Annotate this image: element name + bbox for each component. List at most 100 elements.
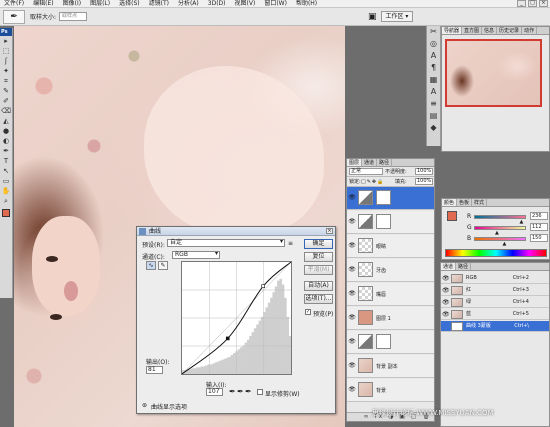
- foreground-swatch[interactable]: [447, 211, 457, 221]
- eye-icon[interactable]: 👁: [442, 285, 450, 296]
- slider-thumb-icon[interactable]: ▲: [503, 241, 507, 247]
- eye-icon[interactable]: 👁: [442, 273, 450, 284]
- blend-mode-select[interactable]: 正常: [349, 168, 383, 175]
- layers-tab[interactable]: 图层: [347, 159, 363, 166]
- color-value-input[interactable]: 150: [530, 234, 548, 242]
- channel-row[interactable]: 👁 绿 Ctrl+4: [441, 297, 549, 308]
- opacity-input[interactable]: 100%: [415, 168, 433, 175]
- tool-button[interactable]: T: [0, 156, 12, 166]
- channels-tab[interactable]: 通道: [441, 263, 457, 270]
- layer-row[interactable]: 👁: [347, 187, 434, 210]
- tool-button[interactable]: ✒: [0, 146, 12, 156]
- slider-thumb-icon[interactable]: ▲: [520, 219, 524, 225]
- color-value-input[interactable]: 236: [530, 212, 548, 220]
- menu-item[interactable]: 图像(I): [63, 0, 81, 8]
- menu-item[interactable]: 帮助(H): [296, 0, 317, 8]
- minimize-icon[interactable]: _: [517, 0, 526, 7]
- tool-button[interactable]: ↖: [0, 166, 12, 176]
- channel-row[interactable]: 👁 RGB Ctrl+2: [441, 273, 549, 284]
- tool-button[interactable]: ◐: [0, 136, 12, 146]
- tool-button[interactable]: ▸: [0, 36, 12, 46]
- eye-icon[interactable]: 👁: [442, 297, 450, 308]
- dock-panel-icon[interactable]: ✂: [427, 26, 440, 38]
- menu-item[interactable]: 图层(L): [90, 0, 110, 8]
- eye-icon[interactable]: 👁: [348, 218, 356, 226]
- eye-icon[interactable]: 👁: [348, 314, 356, 322]
- menu-item[interactable]: 视图(V): [235, 0, 256, 8]
- tool-button[interactable]: ✦: [0, 66, 12, 76]
- layer-row[interactable]: 👁 眼睛: [347, 235, 434, 258]
- dock-panel-icon[interactable]: ¶: [427, 62, 440, 74]
- tool-button[interactable]: ⌕: [0, 196, 12, 206]
- eyedropper-gray-icon[interactable]: ✒: [237, 387, 244, 396]
- curve-graph[interactable]: [181, 261, 292, 375]
- expand-toggle-icon[interactable]: ⊛: [142, 402, 147, 409]
- eye-icon[interactable]: 👁: [442, 309, 450, 320]
- ok-button[interactable]: 确定: [304, 239, 333, 249]
- eye-icon[interactable]: 👁: [348, 266, 356, 274]
- close-icon[interactable]: ×: [326, 228, 333, 234]
- tool-button[interactable]: ✎: [0, 86, 12, 96]
- tool-button[interactable]: ✐: [0, 96, 12, 106]
- color-slider[interactable]: ▲: [474, 226, 526, 236]
- tool-button[interactable]: ⌗: [0, 76, 12, 86]
- dock-panel-icon[interactable]: ▦: [427, 74, 440, 86]
- close-icon[interactable]: ×: [539, 0, 548, 7]
- channels-tab[interactable]: 路径: [456, 263, 472, 270]
- curve-graph-svg[interactable]: [181, 261, 292, 375]
- smooth-button[interactable]: 平滑(M): [304, 265, 333, 275]
- tool-button[interactable]: ✋: [0, 186, 12, 196]
- layer-row[interactable]: 👁 嘴唇: [347, 283, 434, 306]
- preset-select[interactable]: 自定: [167, 239, 285, 247]
- color-tab[interactable]: 色板: [457, 199, 473, 206]
- color-tab[interactable]: 样式: [472, 199, 488, 206]
- input-input[interactable]: 107: [206, 388, 223, 396]
- tool-button[interactable]: ◭: [0, 116, 12, 126]
- tool-button[interactable]: ●: [0, 126, 12, 136]
- maximize-icon[interactable]: □: [528, 0, 537, 7]
- color-ramp[interactable]: [445, 249, 547, 257]
- color-tab[interactable]: 颜色: [442, 199, 458, 206]
- menu-item[interactable]: 滤镜(T): [149, 0, 169, 8]
- tool-button[interactable]: ʃ: [0, 56, 12, 66]
- tool-button[interactable]: ▭: [0, 176, 12, 186]
- layer-row[interactable]: 👁 图层 1: [347, 307, 434, 330]
- workspace-button[interactable]: 工作区 ▾: [380, 11, 414, 22]
- dock-panel-icon[interactable]: A: [427, 86, 440, 98]
- eye-icon[interactable]: 👁: [348, 338, 356, 346]
- tool-button[interactable]: ⬚: [0, 46, 12, 56]
- eye-icon[interactable]: 👁: [348, 362, 356, 370]
- menu-item[interactable]: 窗口(W): [264, 0, 287, 8]
- navigator-thumbnail[interactable]: [445, 39, 542, 107]
- menu-item[interactable]: 选择(S): [119, 0, 140, 8]
- lock-icons[interactable]: □✎✥🔒: [361, 177, 384, 187]
- navigator-tab[interactable]: 动作: [522, 27, 538, 34]
- slider-thumb-icon[interactable]: ▲: [495, 230, 499, 236]
- layer-row[interactable]: 👁 背景 副本: [347, 355, 434, 378]
- output-input[interactable]: 81: [146, 366, 163, 374]
- channel-row[interactable]: 👁 红 Ctrl+3: [441, 285, 549, 296]
- eye-icon[interactable]: 👁: [348, 242, 356, 250]
- foreground-color-swatch[interactable]: [2, 209, 10, 217]
- menu-item[interactable]: 分析(A): [178, 0, 199, 8]
- dock-panel-icon[interactable]: ▤: [427, 110, 440, 122]
- navigator-tab[interactable]: 直方图: [462, 27, 483, 34]
- sample-size-select[interactable]: 取样点: [59, 12, 88, 21]
- show-clipping-checkbox[interactable]: [257, 389, 263, 395]
- navigator-tab[interactable]: 导航器: [442, 27, 463, 34]
- preset-menu-icon[interactable]: ≡: [288, 240, 293, 247]
- layer-row[interactable]: 👁: [347, 331, 434, 354]
- navigator-tab[interactable]: 信息: [482, 27, 498, 34]
- layer-row[interactable]: 👁 背景: [347, 379, 434, 402]
- eye-icon[interactable]: 👁: [348, 386, 356, 394]
- layers-tab[interactable]: 路径: [377, 159, 393, 166]
- auto-button[interactable]: 自动(A): [304, 281, 333, 291]
- eyedropper-black-icon[interactable]: ✒: [229, 387, 236, 396]
- menu-item[interactable]: 编辑(E): [33, 0, 53, 8]
- reset-button[interactable]: 复位: [304, 252, 333, 262]
- fill-input[interactable]: 100%: [415, 178, 433, 185]
- eye-icon[interactable]: 👁: [348, 194, 356, 202]
- eye-icon[interactable]: 👁: [348, 290, 356, 298]
- layer-row[interactable]: 👁: [347, 211, 434, 234]
- dock-panel-icon[interactable]: ≡: [427, 98, 440, 110]
